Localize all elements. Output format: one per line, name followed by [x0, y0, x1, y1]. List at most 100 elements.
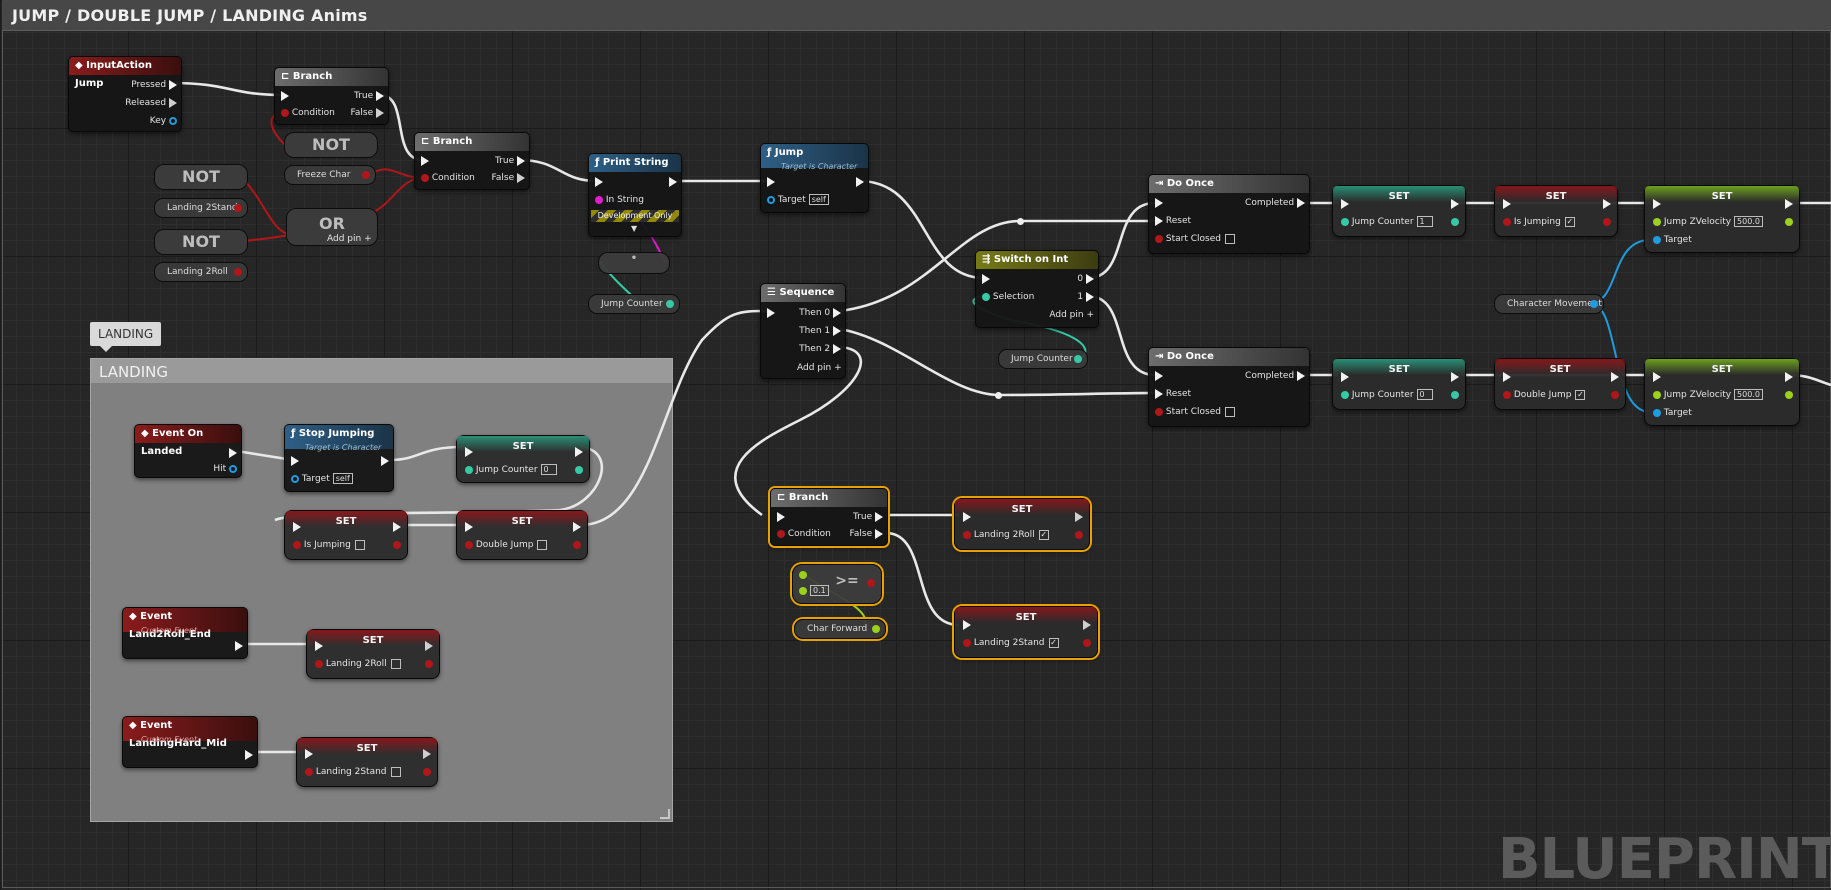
bool-pin-icon[interactable] — [315, 659, 323, 668]
exec-pin-icon[interactable] — [1603, 198, 1611, 209]
exec-pin-icon[interactable] — [963, 619, 971, 630]
bool-pin-icon[interactable] — [423, 767, 431, 776]
plus-icon[interactable]: + — [364, 234, 372, 244]
exec-in-pin[interactable] — [291, 455, 299, 467]
exec-pin-icon[interactable] — [875, 528, 883, 539]
selection-pin[interactable]: Selection — [982, 291, 1034, 303]
resize-handle-icon[interactable] — [660, 809, 670, 819]
object-pin-icon[interactable] — [1653, 235, 1661, 244]
exec-pin-icon[interactable] — [963, 511, 971, 522]
landing-2roll-pin[interactable]: Landing 2Roll — [315, 658, 401, 670]
true-pin[interactable]: True — [495, 155, 525, 167]
output-pin[interactable] — [1451, 216, 1459, 228]
exec-out-pin[interactable] — [423, 748, 431, 760]
event-land2roll-end-node[interactable]: ◆ Event Land2Roll_End Custom Event — [122, 607, 248, 659]
start-closed-pin[interactable]: Start Closed — [1155, 406, 1235, 418]
target-pin[interactable]: Target self — [767, 194, 829, 206]
exec-in-pin[interactable] — [465, 521, 473, 533]
exec-pin-icon[interactable] — [235, 640, 243, 651]
char-forward-variable[interactable]: Char Forward — [794, 619, 886, 639]
set-jump-zvelocity-node-1[interactable]: SET Jump ZVelocity 500.0 Target — [1644, 185, 1800, 253]
exec-pin-icon[interactable] — [1297, 197, 1305, 208]
exec-in-pin[interactable] — [767, 307, 775, 319]
jump-counter-value-field[interactable]: 0 — [540, 464, 557, 475]
jump-zvelocity-pin[interactable]: Jump ZVelocity 500.0 — [1653, 216, 1763, 228]
bool-pin-icon[interactable] — [777, 529, 785, 538]
exec-pin-icon[interactable] — [669, 176, 677, 187]
exec-out-pin[interactable] — [573, 521, 581, 533]
output-pin[interactable] — [1785, 216, 1793, 228]
set-landing-2roll-false-node[interactable]: SET Landing 2Roll — [306, 629, 440, 679]
bool-pin-icon[interactable] — [305, 767, 313, 776]
exec-out-pin[interactable] — [856, 176, 864, 188]
exec-pin-icon[interactable] — [1297, 370, 1305, 381]
object-pin-icon[interactable] — [1653, 408, 1661, 417]
start-closed-pin[interactable]: Start Closed — [1155, 233, 1235, 245]
output-pin[interactable] — [425, 658, 433, 670]
set-jump-zvelocity-node-2[interactable]: SET Jump ZVelocity 500.0 Target — [1644, 358, 1800, 426]
landing-2stand-checkbox[interactable]: ✓ — [1048, 637, 1059, 648]
set-double-jump-false-node[interactable]: SET Double Jump — [456, 510, 588, 560]
exec-pin-icon[interactable] — [169, 79, 177, 90]
landing-2roll-checkbox[interactable]: ✓ — [1038, 529, 1049, 540]
struct-pin-icon[interactable] — [169, 116, 177, 125]
exec-out-pin[interactable] — [393, 521, 401, 533]
bool-pin-icon[interactable] — [1611, 390, 1619, 399]
set-landing-2roll-node[interactable]: SET Landing 2Roll ✓ — [954, 498, 1090, 550]
bool-pin-icon[interactable] — [1083, 638, 1091, 647]
bool-pin-icon[interactable] — [1155, 234, 1163, 243]
add-pin-button[interactable]: Add pin + — [797, 362, 842, 374]
false-pin[interactable]: False — [492, 172, 525, 184]
exec-in-pin[interactable] — [1155, 370, 1163, 382]
exec-pin-icon[interactable] — [1155, 388, 1163, 399]
exec-out-pin[interactable] — [575, 446, 583, 458]
exec-pin-icon[interactable] — [1086, 291, 1094, 302]
output-pin[interactable] — [1083, 637, 1091, 649]
key-pin[interactable]: Key — [150, 115, 177, 127]
blueprint-graph[interactable]: JUMP / DOUBLE JUMP / LANDING Anims LANDI… — [0, 0, 1831, 890]
jump-counter-variable[interactable]: Jump Counter — [998, 349, 1088, 369]
sequence-node[interactable]: ☰ Sequence Then 0 Then 1 Then 2 Add pin … — [760, 283, 846, 379]
jump-counter-variable[interactable]: Jump Counter — [588, 294, 680, 314]
exec-pin-icon[interactable] — [1155, 370, 1163, 381]
int-pin-icon[interactable] — [1341, 390, 1349, 399]
exec-pin-icon[interactable] — [777, 511, 785, 522]
exec-pin-icon[interactable] — [573, 521, 581, 532]
jump-counter-value-field[interactable]: 1 — [1416, 216, 1433, 227]
jump-counter-pin[interactable]: Jump Counter 0 — [465, 464, 557, 476]
stop-jumping-node[interactable]: ƒ Stop Jumping Target is Character Target… — [284, 424, 394, 492]
is-jumping-pin[interactable]: Is Jumping — [293, 539, 365, 551]
output-pin[interactable] — [1785, 389, 1793, 401]
case-1-pin[interactable]: 1 — [1077, 291, 1094, 303]
switch-on-int-node[interactable]: ⇶ Switch on Int Selection 0 1 Add pin + — [975, 250, 1099, 328]
exec-in-pin[interactable] — [963, 511, 971, 523]
event-landinghard-mid-node[interactable]: ◆ Event LandingHard_Mid Custom Event — [122, 716, 258, 768]
jump-zvelocity-value-field[interactable]: 500.0 — [1734, 216, 1763, 227]
output-pin[interactable] — [423, 766, 431, 778]
exec-pin-icon[interactable] — [376, 107, 384, 118]
reroute-knot[interactable] — [995, 392, 1002, 399]
target-pin[interactable]: Target — [1653, 234, 1692, 246]
exec-pin-icon[interactable] — [315, 640, 323, 651]
in-string-pin[interactable]: In String — [595, 194, 644, 206]
exec-pin-icon[interactable] — [465, 521, 473, 532]
exec-pin-icon[interactable] — [833, 307, 841, 318]
exec-out-pin[interactable] — [381, 455, 389, 467]
exec-pin-icon[interactable] — [1503, 371, 1511, 382]
exec-pin-icon[interactable] — [1155, 197, 1163, 208]
exec-pin-icon[interactable] — [1451, 371, 1459, 382]
landing-2stand-variable[interactable]: Landing 2Stand — [154, 198, 248, 218]
bool-pin-icon[interactable] — [1503, 390, 1511, 399]
exec-in-pin[interactable] — [777, 511, 785, 523]
condition-pin[interactable]: Condition — [281, 107, 335, 119]
set-double-jump-node[interactable]: SET Double Jump ✓ — [1494, 358, 1626, 410]
exec-pin-icon[interactable] — [1503, 198, 1511, 209]
double-jump-checkbox[interactable] — [537, 539, 548, 550]
greater-equal-compare-node[interactable]: 0.1 >= — [792, 564, 882, 604]
output-pin[interactable] — [1451, 389, 1459, 401]
exec-pin-icon[interactable] — [1341, 371, 1349, 382]
bool-pin-icon[interactable] — [425, 659, 433, 668]
print-string-node[interactable]: ƒ Print String In String Development Onl… — [588, 153, 682, 237]
expand-chevron-icon[interactable]: ▼ — [631, 224, 637, 233]
exec-pin-icon[interactable] — [833, 343, 841, 354]
